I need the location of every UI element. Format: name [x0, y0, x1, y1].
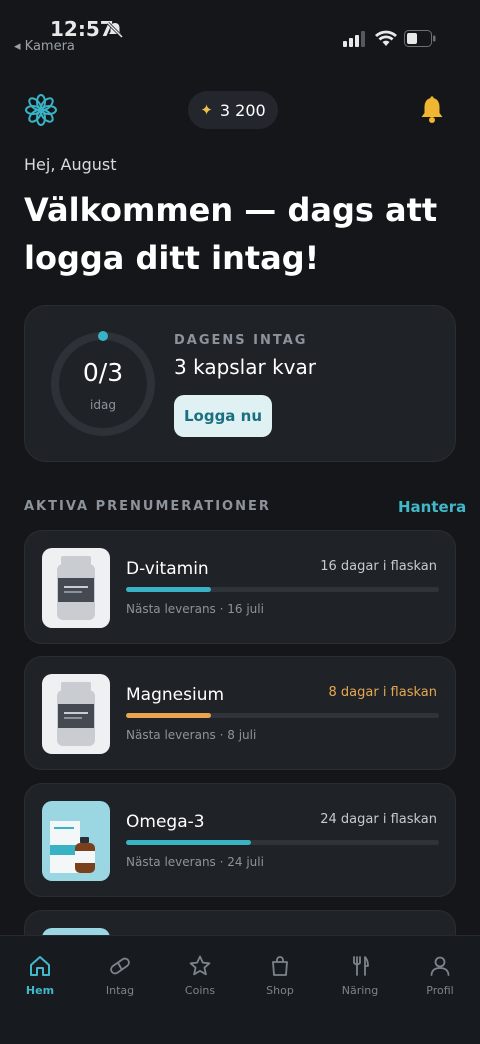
- subscription-days-left: 24 dagar i flaskan: [320, 812, 437, 827]
- app-logo-icon[interactable]: [24, 93, 58, 127]
- section-title: AKTIVA PRENUMERATIONER: [24, 499, 271, 514]
- subscription-progress-fill: [126, 713, 211, 718]
- subscription-progress-bar: [126, 713, 439, 718]
- product-image: [42, 801, 110, 881]
- capsule-icon: [110, 957, 130, 975]
- mute-bell-icon: [106, 21, 124, 39]
- intake-remaining: 3 kapslar kvar: [174, 355, 316, 379]
- subscription-name: Omega-3: [126, 812, 205, 832]
- tab-intag[interactable]: Intag: [80, 936, 160, 1016]
- product-image: [42, 548, 110, 628]
- log-now-button[interactable]: Logga nu: [174, 395, 272, 437]
- subscription-progress-bar: [126, 840, 439, 845]
- subscription-card-magnesium[interactable]: Magnesium 8 dagar i flaskan Nästa levera…: [24, 656, 456, 770]
- sparkle-icon: ✦: [200, 101, 213, 119]
- intake-count: 0/3: [82, 358, 124, 387]
- tab-label: Näring: [341, 984, 379, 997]
- tab-hem[interactable]: Hem: [0, 936, 80, 1016]
- subscription-name: Magnesium: [126, 685, 225, 705]
- subscription-days-left: 8 dagar i flaskan: [328, 685, 438, 700]
- subscription-progress-fill: [126, 587, 211, 592]
- subscription-name: D-vitamin: [126, 559, 209, 579]
- shopping-bag-icon: [272, 956, 288, 976]
- greeting-text: Hej, August: [24, 155, 117, 174]
- tab-naring[interactable]: Näring: [320, 936, 400, 1016]
- notification-bell-icon[interactable]: [417, 95, 447, 125]
- tab-profil[interactable]: Profil: [400, 936, 480, 1016]
- intake-kicker: DAGENS INTAG: [174, 333, 308, 348]
- subscription-card-d-vitamin[interactable]: D-vitamin 16 dagar i flaskan Nästa lever…: [24, 530, 456, 644]
- tab-label: Coins: [184, 984, 216, 997]
- subscription-next-delivery: Nästa leverans · 8 juli: [126, 728, 257, 742]
- tab-label: Intag: [105, 984, 135, 997]
- tab-coins[interactable]: Coins: [160, 936, 240, 1016]
- subscription-days-left: 16 dagar i flaskan: [320, 559, 437, 574]
- person-icon: [430, 956, 450, 976]
- signal-icon: [343, 31, 365, 47]
- subscription-card-omega-3[interactable]: Omega-3 24 dagar i flaskan Nästa leveran…: [24, 783, 456, 897]
- subscription-progress-fill: [126, 840, 252, 845]
- intake-count-label: idag: [90, 398, 116, 412]
- subscription-next-delivery: Nästa leverans · 24 juli: [126, 855, 264, 869]
- manage-subscriptions-link[interactable]: Hantera: [398, 498, 466, 516]
- home-icon: [30, 956, 50, 976]
- page-title: Välkommen — dags att logga ditt intag!: [24, 191, 438, 277]
- back-to-camera-link[interactable]: ◂ Kamera: [14, 39, 75, 54]
- status-time: 12:57: [50, 17, 114, 41]
- fork-knife-icon: [353, 956, 369, 976]
- tab-label: Profil: [426, 984, 454, 997]
- tab-label: Shop: [266, 984, 294, 997]
- product-image: [42, 674, 110, 754]
- coins-balance-pill[interactable]: ✦ 3 200: [188, 91, 278, 129]
- daily-intake-card: 0/3 idag DAGENS INTAG 3 kapslar kvar Log…: [24, 305, 456, 462]
- status-bar: 12:57 ◂ Kamera: [0, 0, 480, 60]
- coins-balance: 3 200: [219, 100, 266, 120]
- subscription-next-delivery: Nästa leverans · 16 juli: [126, 602, 264, 616]
- subscription-progress-bar: [126, 587, 439, 592]
- wifi-icon: [375, 30, 397, 46]
- bottom-tab-bar: Hem Intag Coins Shop Näring Profil: [0, 935, 480, 1044]
- tab-label: Hem: [25, 984, 55, 997]
- tab-shop[interactable]: Shop: [240, 936, 320, 1016]
- star-icon: [189, 955, 211, 976]
- battery-icon: [404, 30, 436, 47]
